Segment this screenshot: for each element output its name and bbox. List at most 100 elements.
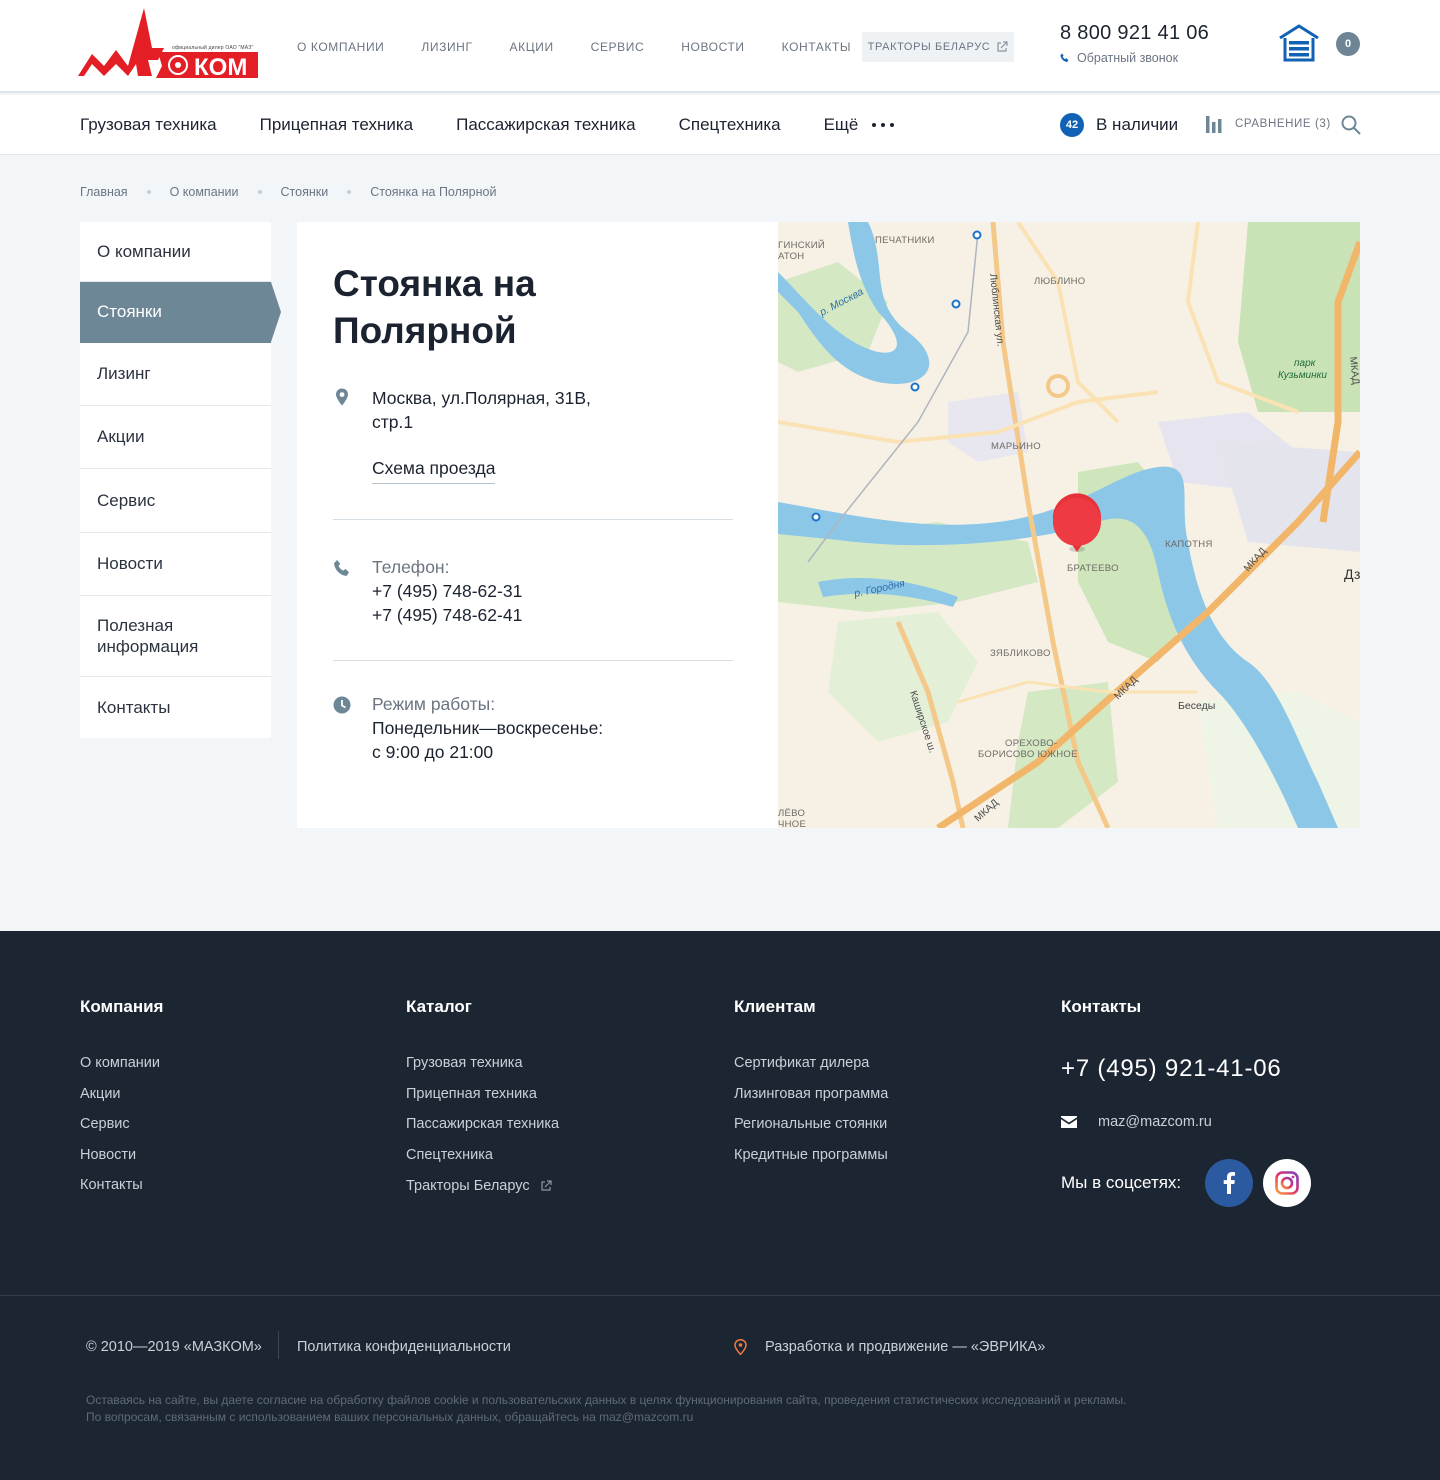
footer-link-promo[interactable]: Акции — [80, 1086, 163, 1102]
cookie-note-line-1: Оставаясь на сайте, вы даете согласие на… — [86, 1393, 1127, 1407]
footer-privacy-policy-link[interactable]: Политика конфиденциальности — [297, 1339, 511, 1355]
mail-icon — [1061, 1116, 1077, 1128]
footer-contacts-column: Контакты — [1061, 997, 1141, 1055]
sidebar-item-service[interactable]: Сервис — [80, 469, 271, 533]
location-pin-icon — [336, 388, 348, 406]
sidebar-item-contacts[interactable]: Контакты — [80, 677, 271, 738]
divider — [333, 660, 733, 661]
map-label-edge-bottom-2: ЧНОЕ — [778, 819, 806, 828]
facebook-button[interactable] — [1205, 1159, 1254, 1207]
footer-copyright: © 2010—2019 «МАЗКОМ» — [86, 1339, 262, 1355]
sidebar-item-about[interactable]: О компании — [80, 222, 271, 282]
map-label-orekhovo: ОРЕХОВО- — [1005, 738, 1057, 749]
sidebar-item-parkings[interactable]: Стоянки — [80, 282, 281, 343]
catalog-nav-more[interactable]: Ещё — [824, 115, 895, 135]
breadcrumb-parkings[interactable]: Стоянки — [281, 185, 329, 199]
phone-label: Телефон: — [372, 557, 450, 577]
divider — [333, 519, 733, 520]
sidebar-item-promo[interactable]: Акции — [80, 406, 271, 469]
map-label-maryino: МАРЬИНО — [991, 441, 1041, 452]
footer-link-certificate[interactable]: Сертификат дилера — [734, 1055, 888, 1071]
garage-icon[interactable] — [1278, 24, 1320, 62]
callback-link[interactable]: Обратный звонок — [1060, 51, 1178, 65]
top-nav-contacts[interactable]: Контакты — [782, 40, 852, 54]
footer-clients-column: Клиентам Сертификат дилера Лизинговая пр… — [734, 997, 888, 1177]
route-scheme-link[interactable]: Схема проезда — [372, 456, 496, 484]
map-label-lyublino: ЛЮБЛИНО — [1034, 276, 1085, 287]
footer-link-trucks[interactable]: Грузовая техника — [406, 1055, 559, 1071]
footer-cookie-note: Оставаясь на сайте, вы даете согласие на… — [86, 1392, 1286, 1426]
page-title: Стоянка на Полярной — [333, 263, 536, 351]
footer-link-news[interactable]: Новости — [80, 1147, 163, 1163]
breadcrumb-home[interactable]: Главная — [80, 185, 128, 199]
map-label-edge-right: Дз — [1344, 566, 1360, 582]
map-label-edge-bottom-1: ЛЁВО — [778, 808, 805, 819]
footer-catalog-title: Каталог — [406, 997, 472, 1016]
hours-label: Режим работы: — [372, 694, 496, 714]
footer-contacts-title: Контакты — [1061, 997, 1142, 1016]
instagram-icon — [1275, 1171, 1299, 1195]
footer-link-buses[interactable]: Пассажирская техника — [406, 1116, 559, 1132]
breadcrumb-separator — [347, 190, 352, 194]
footer-link-trailers[interactable]: Прицепная техника — [406, 1086, 559, 1102]
footer-link-service[interactable]: Сервис — [80, 1116, 163, 1132]
footer-link-about[interactable]: О компании — [80, 1055, 163, 1071]
facebook-icon — [1223, 1172, 1236, 1194]
tractors-belarus-button[interactable]: Тракторы Беларус — [862, 32, 1014, 62]
top-nav-leasing[interactable]: Лизинг — [421, 40, 472, 54]
external-link-icon — [541, 1180, 552, 1191]
address-line-1: Москва, ул.Полярная, 31В, — [372, 388, 591, 408]
breadcrumb-current: Стоянка на Полярной — [370, 185, 497, 199]
footer-developer-label: Разработка и продвижение — «ЭВРИКА» — [765, 1339, 1046, 1355]
top-nav-promo[interactable]: Акции — [510, 40, 554, 54]
catalog-nav-buses[interactable]: Пассажирская техника — [456, 115, 635, 135]
top-nav-news[interactable]: Новости — [681, 40, 744, 54]
sidebar-item-label: Новости — [97, 554, 163, 573]
footer-link-credit[interactable]: Кредитные программы — [734, 1147, 888, 1163]
catalog-nav-more-label: Ещё — [823, 115, 859, 134]
header-phone[interactable]: 8 800 921 41 06 — [1060, 22, 1209, 45]
phone-icon — [334, 560, 349, 576]
hours-block: Режим работы: Понедельник—воскресенье: с… — [333, 692, 733, 764]
phone-icon — [1060, 53, 1069, 63]
sidebar-item-label: Контакты — [97, 697, 171, 717]
sidebar-item-leasing[interactable]: Лизинг — [80, 343, 271, 406]
phone-number-1[interactable]: +7 (495) 748-62-31 — [372, 579, 733, 603]
footer-social: Мы в соцсетях: — [1061, 1159, 1321, 1207]
footer-phone[interactable]: +7 (495) 921-41-06 — [1061, 1055, 1282, 1083]
catalog-nav-trucks[interactable]: Грузовая техника — [80, 115, 217, 135]
instagram-button[interactable] — [1263, 1159, 1312, 1207]
footer-developer-link[interactable]: Разработка и продвижение — «ЭВРИКА» — [734, 1339, 1045, 1355]
footer-link-leasing[interactable]: Лизинговая программа — [734, 1086, 888, 1102]
cart-count-badge[interactable]: 0 — [1336, 32, 1360, 56]
footer-link-regional[interactable]: Региональные стоянки — [734, 1116, 888, 1132]
catalog-nav-trailers[interactable]: Прицепная техника — [260, 115, 413, 135]
map-label-park: парк — [1294, 358, 1317, 369]
footer-link-tractors[interactable]: Тракторы Беларус — [406, 1178, 552, 1194]
breadcrumb-about[interactable]: О компании — [170, 185, 239, 199]
top-nav: О компании Лизинг Акции Сервис Новости К… — [297, 40, 888, 54]
catalog-nav-special[interactable]: Спецтехника — [679, 115, 781, 135]
in-stock-link[interactable]: 42 В наличии — [1060, 113, 1178, 137]
footer-email-link[interactable]: maz@mazcom.ru — [1061, 1114, 1212, 1130]
location-map[interactable]: ПЕЧАТНИКИ ЛЮБЛИНО МАРЬИНО КАПОТНЯ БРАТЕЕ… — [778, 222, 1360, 828]
sidebar-item-useful-info[interactable]: Полезная информация — [80, 596, 271, 677]
phone-number-2[interactable]: +7 (495) 748-62-41 — [372, 603, 733, 627]
logo-dealer-text: официальный дилер ОАО "МАЗ" — [172, 45, 254, 51]
footer-link-contacts[interactable]: Контакты — [80, 1177, 163, 1193]
hours-time: с 9:00 до 21:00 — [372, 742, 494, 762]
top-nav-service[interactable]: Сервис — [591, 40, 645, 54]
compare-link[interactable]: Сравнение (3) — [1205, 115, 1331, 133]
in-stock-label: В наличии — [1096, 115, 1179, 134]
mazkom-logo[interactable]: КОМ официальный дилер ОАО "МАЗ" — [78, 8, 260, 81]
sidebar-item-label: Стоянки — [97, 302, 162, 321]
developer-pin-icon — [734, 1339, 747, 1355]
sidebar-item-label: Акции — [97, 427, 145, 446]
footer-catalog-column: Каталог Грузовая техника Прицепная техни… — [406, 997, 559, 1209]
top-nav-about[interactable]: О компании — [297, 40, 384, 54]
footer-link-special[interactable]: Спецтехника — [406, 1147, 559, 1163]
sidebar-item-news[interactable]: Новости — [80, 533, 271, 596]
top-header: КОМ официальный дилер ОАО "МАЗ" О компан… — [0, 0, 1440, 93]
search-icon[interactable] — [1341, 115, 1361, 135]
map-label-edge-top-1: ГИНСКИЙ — [778, 239, 825, 251]
